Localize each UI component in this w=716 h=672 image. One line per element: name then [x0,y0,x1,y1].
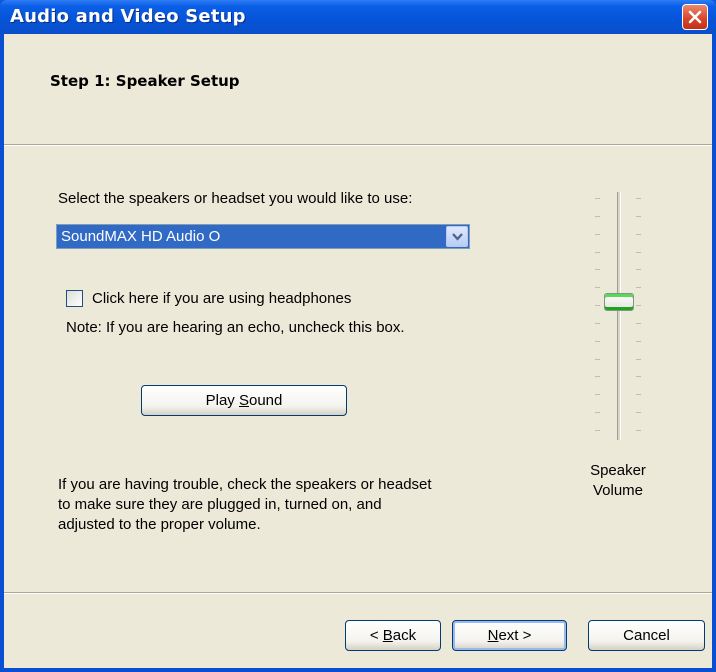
audio-video-setup-window: Audio and Video Setup Step 1: Speaker Se… [0,0,716,672]
volume-tick [636,341,641,342]
volume-tick [636,287,641,288]
trouble-text-line2: to make sure they are plugged in, turned… [58,496,382,513]
play-sound-label-pre: Play [205,392,239,409]
volume-tick [636,412,641,413]
volume-tick [595,430,600,431]
dropdown-button[interactable] [446,226,468,247]
volume-tick [595,287,600,288]
speaker-device-select[interactable]: SoundMAX HD Audio O [56,224,470,249]
window-frame-right [712,34,716,672]
volume-tick [595,198,600,199]
volume-tick [595,269,600,270]
headphones-checkbox-label[interactable]: Click here if you are using headphones [92,290,351,307]
volume-slider-thumb[interactable] [604,293,634,311]
close-icon [688,10,702,24]
play-sound-button[interactable]: Play Sound [141,385,347,416]
volume-tick [636,323,641,324]
volume-tick [595,376,600,377]
next-label-key: N [487,627,499,644]
volume-tick [636,252,641,253]
back-label-pre: < [369,627,383,644]
volume-tick [636,269,641,270]
volume-tick [595,394,600,395]
volume-tick [595,323,600,324]
volume-tick [595,412,600,413]
trouble-text-line1: If you are having trouble, check the spe… [58,476,432,493]
chevron-down-icon [452,233,463,241]
step-title: Step 1: Speaker Setup [50,72,240,90]
volume-tick [636,376,641,377]
volume-tick [636,359,641,360]
title-bar[interactable]: Audio and Video Setup [0,0,716,34]
volume-tick [636,305,641,306]
speaker-volume-label-line2: Volume [592,482,644,499]
volume-tick [636,216,641,217]
next-label-post: ext > [498,627,532,644]
play-sound-label-key: S [238,392,249,409]
volume-tick [595,305,600,306]
cancel-button[interactable]: Cancel [588,620,705,651]
volume-tick [636,394,641,395]
play-sound-label-post: ound [249,392,283,409]
back-label-post: ack [392,627,417,644]
window-frame-bottom [0,668,716,672]
volume-tick [636,234,641,235]
volume-tick [595,216,600,217]
close-button[interactable] [682,4,708,30]
volume-tick [595,341,600,342]
speaker-device-value: SoundMAX HD Audio O [61,228,221,245]
back-label-key: B [382,627,393,644]
speaker-volume-label-line1: Speaker [590,462,646,479]
next-button[interactable]: Next > [452,620,567,651]
volume-tick [636,198,641,199]
back-button[interactable]: < Back [345,620,441,651]
volume-tick [595,234,600,235]
volume-tick [595,252,600,253]
headphones-checkbox[interactable] [66,290,83,307]
trouble-text-line3: adjusted to the proper volume. [58,516,261,533]
window-title: Audio and Video Setup [10,6,246,27]
volume-tick [595,359,600,360]
device-prompt: Select the speakers or headset you would… [58,190,413,207]
volume-slider-track[interactable] [617,192,621,440]
volume-tick [636,430,641,431]
echo-note: Note: If you are hearing an echo, unchec… [66,319,405,336]
